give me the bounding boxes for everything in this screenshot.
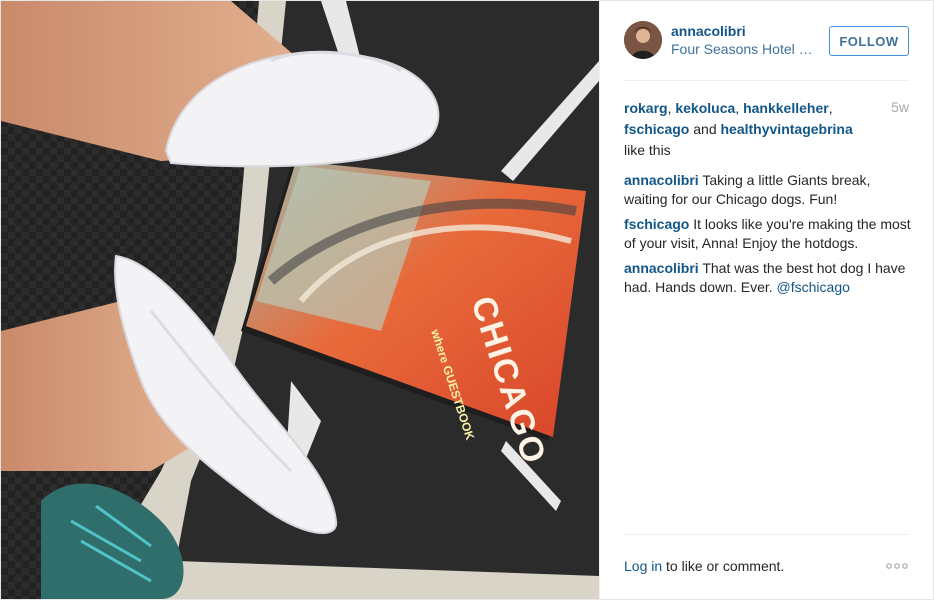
follow-button[interactable]: FOLLOW [829,26,909,56]
like-user-link[interactable]: kekoluca [675,100,735,116]
comment-item: fschicago It looks like you're making th… [624,215,914,253]
post-dialog: CHICAGO where GUESTBOOK annacolibri Four… [0,0,934,600]
footer-divider [624,534,909,535]
ellipsis-icon [886,563,908,569]
login-prompt: Log in to like or comment. [624,558,784,574]
comment-item: annacolibri Taking a little Giants break… [624,171,914,209]
login-prompt-text: to like or comment. [662,558,785,574]
post-photo[interactable]: CHICAGO where GUESTBOOK [1,1,599,599]
comment-mention-link[interactable]: @fschicago [777,279,850,295]
post-timestamp[interactable]: 5w [891,99,909,115]
author-username-link[interactable]: annacolibri [671,23,746,39]
like-user-link[interactable]: hankkelleher [743,100,829,116]
like-and-word: and [689,121,721,137]
like-suffix: like this [624,142,671,158]
avatar[interactable] [624,21,662,59]
like-user-link[interactable]: fschicago [624,121,689,137]
more-options-icon[interactable] [885,558,909,574]
photo-illustration: CHICAGO where GUESTBOOK [1,1,599,599]
comment-username-link[interactable]: annacolibri [624,172,699,188]
avatar-image [624,21,662,59]
comment-username-link[interactable]: annacolibri [624,260,699,276]
header-divider [624,80,909,81]
comment-item: annacolibri That was the best hot dog I … [624,259,914,297]
comment-username-link[interactable]: fschicago [624,216,689,232]
login-link[interactable]: Log in [624,558,662,574]
like-user-link[interactable]: rokarg [624,100,668,116]
like-separator: , [828,100,833,116]
location-link[interactable]: Four Seasons Hotel Chicago [671,41,816,57]
post-header: annacolibri Four Seasons Hotel Chicago F… [600,1,933,81]
comments-list: annacolibri Taking a little Giants break… [624,171,914,303]
post-sidebar: annacolibri Four Seasons Hotel Chicago F… [599,1,933,599]
like-user-link[interactable]: healthyvintagebrina [721,121,853,137]
like-separator: , [735,100,744,116]
likes-summary: rokarg, kekoluca, hankkelleher, fschicag… [624,98,864,161]
